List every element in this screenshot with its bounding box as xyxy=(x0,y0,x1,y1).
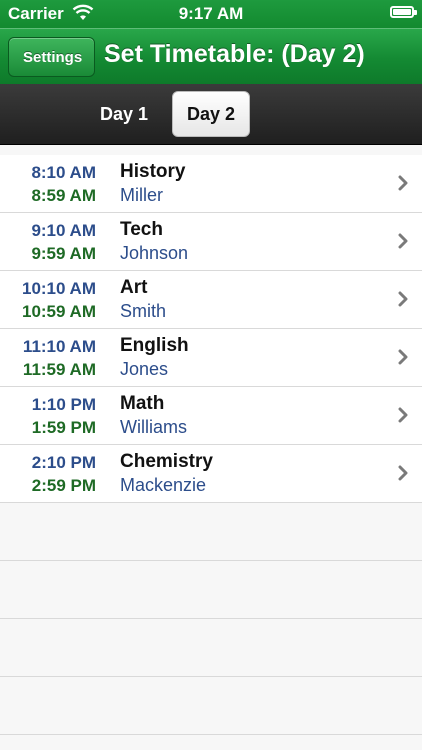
subject-name: History xyxy=(120,161,186,182)
empty-list-area xyxy=(0,503,422,750)
table-row[interactable]: 2:10 PM 2:59 PM Chemistry Mackenzie xyxy=(0,445,422,503)
start-time: 9:10 AM xyxy=(31,221,96,240)
start-time: 10:10 AM xyxy=(21,279,96,298)
teacher-name: Smith xyxy=(120,301,167,321)
table-row[interactable]: 1:10 PM 1:59 PM Math Williams xyxy=(0,387,422,445)
page-title: Set Timetable: (Day 2) xyxy=(104,40,365,68)
end-time: 10:59 AM xyxy=(21,302,96,321)
start-time: 1:10 PM xyxy=(31,395,96,414)
timetable-list: 8:10 AM 8:59 AM History Miller 9:10 AM 9… xyxy=(0,155,422,503)
table-row[interactable]: 9:10 AM 9:59 AM Tech Johnson xyxy=(0,213,422,271)
end-time: 11:59 AM xyxy=(22,360,96,379)
battery-icon xyxy=(390,6,417,18)
subject-name: Chemistry xyxy=(120,451,213,472)
segment-day-2[interactable]: Day 2 xyxy=(172,91,250,137)
end-time: 9:59 AM xyxy=(31,244,96,263)
status-bar: Carrier 9:17 AM xyxy=(0,0,422,28)
table-row[interactable]: 8:10 AM 8:59 AM History Miller xyxy=(0,155,422,213)
end-time: 8:59 AM xyxy=(31,186,96,205)
teacher-name: Jones xyxy=(120,359,169,379)
segment-day-1[interactable]: Day 1 xyxy=(84,91,164,137)
chevron-right-icon xyxy=(398,407,408,423)
teacher-name: Miller xyxy=(120,185,163,205)
table-row[interactable]: 11:10 AM 11:59 AM English Jones xyxy=(0,329,422,387)
subject-name: Art xyxy=(120,277,148,298)
settings-back-button[interactable]: Settings xyxy=(8,37,96,77)
end-time: 1:59 PM xyxy=(31,418,96,437)
chevron-right-icon xyxy=(398,175,408,191)
teacher-name: Mackenzie xyxy=(120,475,207,495)
clock: 9:17 AM xyxy=(178,4,244,23)
table-row[interactable]: 10:10 AM 10:59 AM Art Smith xyxy=(0,271,422,329)
teacher-name: Johnson xyxy=(120,243,189,263)
subject-name: Tech xyxy=(120,219,163,240)
start-time: 11:10 AM xyxy=(22,337,96,356)
navigation-bar: Settings Set Timetable: (Day 2) xyxy=(0,28,422,84)
chevron-right-icon xyxy=(398,349,408,365)
back-button-label: Settings xyxy=(23,48,83,66)
subject-name: Math xyxy=(120,393,165,414)
day-segmented-control: Day 1 Day 2 xyxy=(0,84,422,145)
subject-name: English xyxy=(120,335,189,356)
start-time: 2:10 PM xyxy=(31,453,96,472)
chevron-right-icon xyxy=(398,291,408,307)
chevron-right-icon xyxy=(398,233,408,249)
teacher-name: Williams xyxy=(120,417,187,437)
end-time: 2:59 PM xyxy=(31,476,96,495)
chevron-right-icon xyxy=(398,465,408,481)
start-time: 8:10 AM xyxy=(31,163,96,182)
